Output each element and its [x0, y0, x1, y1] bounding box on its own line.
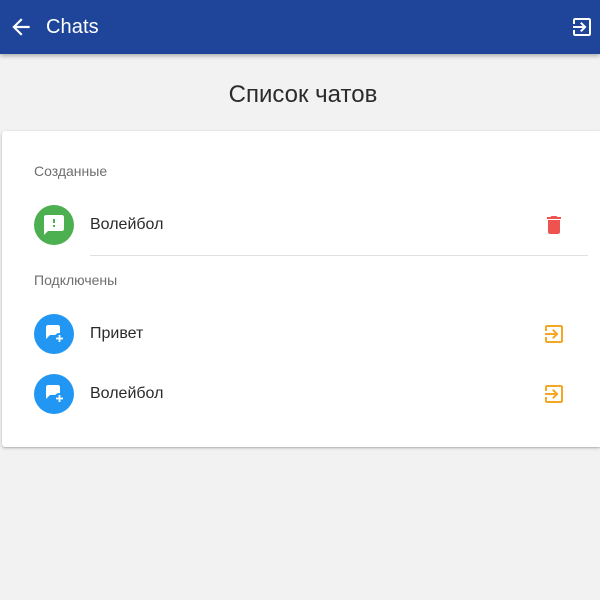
- app-bar-title: Chats: [46, 16, 99, 38]
- chat-add-icon: [34, 314, 74, 354]
- section-header-created: Созданные: [34, 163, 108, 179]
- list-item-connected-chat[interactable]: Привет: [2, 306, 600, 362]
- exit-to-app-icon[interactable]: [542, 382, 566, 406]
- delete-icon[interactable]: [542, 213, 566, 237]
- list-item-created-chat[interactable]: Волейбол: [2, 197, 600, 253]
- chat-name: Волейбол: [90, 216, 164, 233]
- chat-name: Волейбол: [90, 385, 164, 402]
- list-item-connected-chat[interactable]: Волейбол: [2, 366, 600, 422]
- arrow-back-icon[interactable]: [8, 14, 34, 40]
- app-root: Chats Список чатов Созданные Волейбол По…: [0, 0, 600, 600]
- page-title: Список чатов: [228, 81, 378, 108]
- exit-to-app-icon[interactable]: [542, 322, 566, 346]
- top-app-bar: Chats: [0, 0, 600, 54]
- chat-alert-icon: [34, 205, 74, 245]
- exit-to-app-icon[interactable]: [570, 15, 594, 39]
- chat-add-icon: [34, 374, 74, 414]
- chat-list-card: Созданные Волейбол Подключены Привет Вол…: [2, 131, 600, 447]
- section-header-connected: Подключены: [34, 272, 118, 288]
- chat-name: Привет: [90, 325, 144, 342]
- divider: [90, 255, 588, 256]
